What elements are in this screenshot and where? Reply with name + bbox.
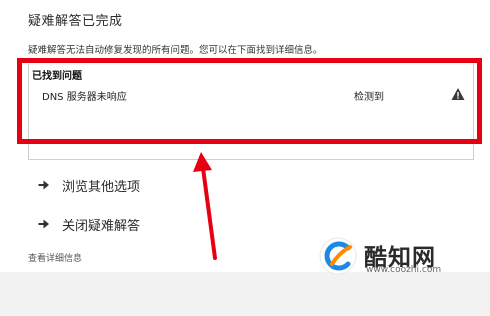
option-label: 浏览其他选项	[62, 179, 141, 195]
watermark-logo	[319, 237, 357, 275]
close-troubleshooter-link[interactable]: 关闭疑难解答	[38, 214, 140, 234]
arrow-right-icon	[38, 219, 49, 229]
explore-other-options-link[interactable]: 浏览其他选项	[38, 175, 140, 195]
view-details-link[interactable]: 查看详细信息	[28, 251, 82, 264]
footer-band	[0, 272, 490, 316]
arrow-right-icon	[38, 180, 49, 190]
option-label: 关闭疑难解答	[62, 218, 141, 234]
watermark-url: www.coozhi.com	[366, 265, 442, 275]
page-description: 疑难解答无法自动修复发现的所有问题。您可以在下面找到详细信息。	[28, 45, 323, 56]
page-title: 疑难解答已完成	[28, 14, 123, 29]
annotation-highlight-box	[17, 58, 482, 144]
